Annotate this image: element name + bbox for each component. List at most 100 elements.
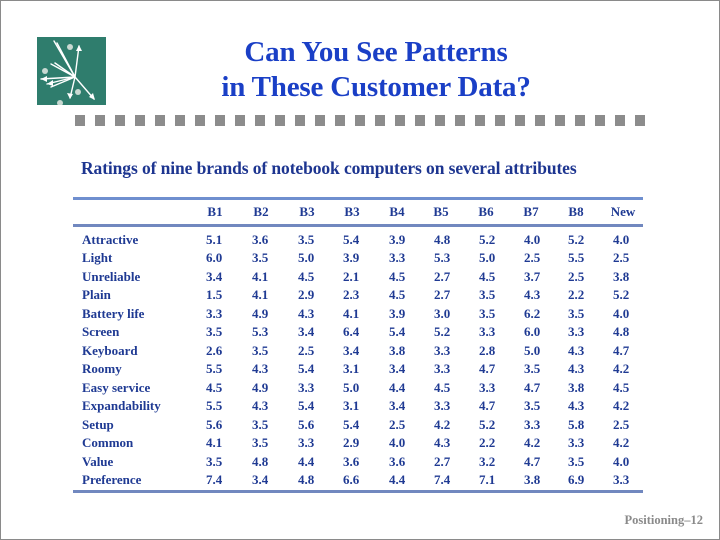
rating-cell: 7.1 <box>479 471 496 487</box>
table-top-rule <box>73 197 643 200</box>
separator-square <box>115 115 125 126</box>
rating-cell: 3.5 <box>206 453 223 469</box>
separator-square <box>295 115 305 126</box>
rating-cell: 3.5 <box>568 453 585 469</box>
rating-cell: 3.4 <box>389 361 406 377</box>
rating-cell: 2.5 <box>298 342 315 358</box>
rating-cell: 4.0 <box>613 305 630 321</box>
rating-cell: 2.2 <box>479 435 496 451</box>
separator-square <box>175 115 185 126</box>
separator-square <box>215 115 225 126</box>
rating-cell: 3.8 <box>389 342 406 358</box>
column-header: B8 <box>568 204 584 219</box>
separator-square <box>595 115 605 126</box>
rating-cell: 4.8 <box>613 324 630 340</box>
row-label: Easy service <box>82 379 151 395</box>
rating-cell: 4.2 <box>434 416 451 432</box>
separator-square <box>615 115 625 126</box>
rating-cell: 2.8 <box>479 342 496 358</box>
rating-cell: 3.5 <box>252 250 269 266</box>
row-label: Unreliable <box>82 268 141 284</box>
rating-cell: 3.3 <box>206 305 223 321</box>
rating-cell: 6.0 <box>524 324 541 340</box>
column-header: B3 <box>299 204 315 219</box>
rating-cell: 6.9 <box>568 471 585 487</box>
rating-cell: 4.7 <box>479 361 496 377</box>
rating-cell: 5.0 <box>298 250 315 266</box>
rating-cell: 4.0 <box>613 453 630 469</box>
rating-cell: 4.3 <box>568 361 585 377</box>
row-label: Preference <box>82 471 142 487</box>
rating-cell: 5.2 <box>479 232 496 247</box>
rating-cell: 3.5 <box>252 435 269 451</box>
column-header: B6 <box>478 204 494 219</box>
table-header-rule <box>73 224 643 227</box>
rating-cell: 3.5 <box>252 416 269 432</box>
rating-cell: 3.9 <box>389 305 406 321</box>
rating-cell: 3.4 <box>252 471 269 487</box>
rating-cell: 3.5 <box>206 324 223 340</box>
rating-cell: 2.9 <box>343 435 360 451</box>
separator-square <box>255 115 265 126</box>
row-label: Roomy <box>82 361 122 377</box>
column-header: New <box>610 204 636 219</box>
rating-cell: 4.5 <box>479 268 496 284</box>
rating-cell: 3.3 <box>568 435 585 451</box>
rating-cell: 3.3 <box>434 361 451 377</box>
rating-cell: 3.6 <box>389 453 406 469</box>
rating-cell: 5.2 <box>613 287 630 303</box>
rating-cell: 3.1 <box>343 361 360 377</box>
separator-square <box>235 115 245 126</box>
separator-square <box>555 115 565 126</box>
rating-cell: 5.8 <box>568 416 585 432</box>
rating-cell: 4.1 <box>343 305 360 321</box>
rating-cell: 6.4 <box>343 324 360 340</box>
separator-square <box>575 115 585 126</box>
row-label: Screen <box>82 324 120 340</box>
row-label: Keyboard <box>82 342 138 358</box>
rating-cell: 4.4 <box>298 453 315 469</box>
rating-cell: 2.1 <box>343 268 360 284</box>
rating-cell: 3.8 <box>568 379 585 395</box>
row-label: Setup <box>82 416 114 432</box>
rating-cell: 4.5 <box>206 379 223 395</box>
rating-cell: 5.2 <box>568 232 585 247</box>
rating-cell: 4.1 <box>206 435 223 451</box>
separator-square <box>135 115 145 126</box>
rating-cell: 4.9 <box>252 379 269 395</box>
rating-cell: 4.8 <box>434 232 451 247</box>
rating-cell: 4.3 <box>434 435 451 451</box>
rating-cell: 5.4 <box>298 398 315 414</box>
slide: Can You See Patterns in These Customer D… <box>0 0 720 540</box>
rating-cell: 7.4 <box>434 471 451 487</box>
separator-square <box>75 115 85 126</box>
column-header: B7 <box>523 204 539 219</box>
rating-cell: 3.3 <box>613 471 630 487</box>
separator-square <box>335 115 345 126</box>
row-label: Common <box>82 435 134 451</box>
separator-square <box>475 115 485 126</box>
rating-cell: 3.3 <box>568 324 585 340</box>
rating-cell: 4.3 <box>524 287 541 303</box>
rating-cell: 3.3 <box>389 250 406 266</box>
separator-square <box>195 115 205 126</box>
rating-cell: 5.0 <box>343 379 360 395</box>
rating-cell: 2.7 <box>434 453 451 469</box>
rating-cell: 5.5 <box>206 361 223 377</box>
column-header: B2 <box>253 204 269 219</box>
rating-cell: 3.8 <box>613 268 630 284</box>
rating-cell: 5.5 <box>568 250 585 266</box>
rating-cell: 4.5 <box>434 379 451 395</box>
rating-cell: 5.1 <box>206 232 223 247</box>
rating-cell: 4.5 <box>613 379 630 395</box>
rating-cell: 3.4 <box>206 268 223 284</box>
rating-cell: 5.4 <box>343 232 360 247</box>
rating-cell: 4.0 <box>389 435 406 451</box>
rating-cell: 3.3 <box>434 342 451 358</box>
rating-cell: 1.5 <box>206 287 223 303</box>
separator-square <box>435 115 445 126</box>
row-label: Attractive <box>82 232 139 247</box>
rating-cell: 3.4 <box>343 342 360 358</box>
row-label: Value <box>82 453 114 469</box>
rating-cell: 3.5 <box>298 232 315 247</box>
